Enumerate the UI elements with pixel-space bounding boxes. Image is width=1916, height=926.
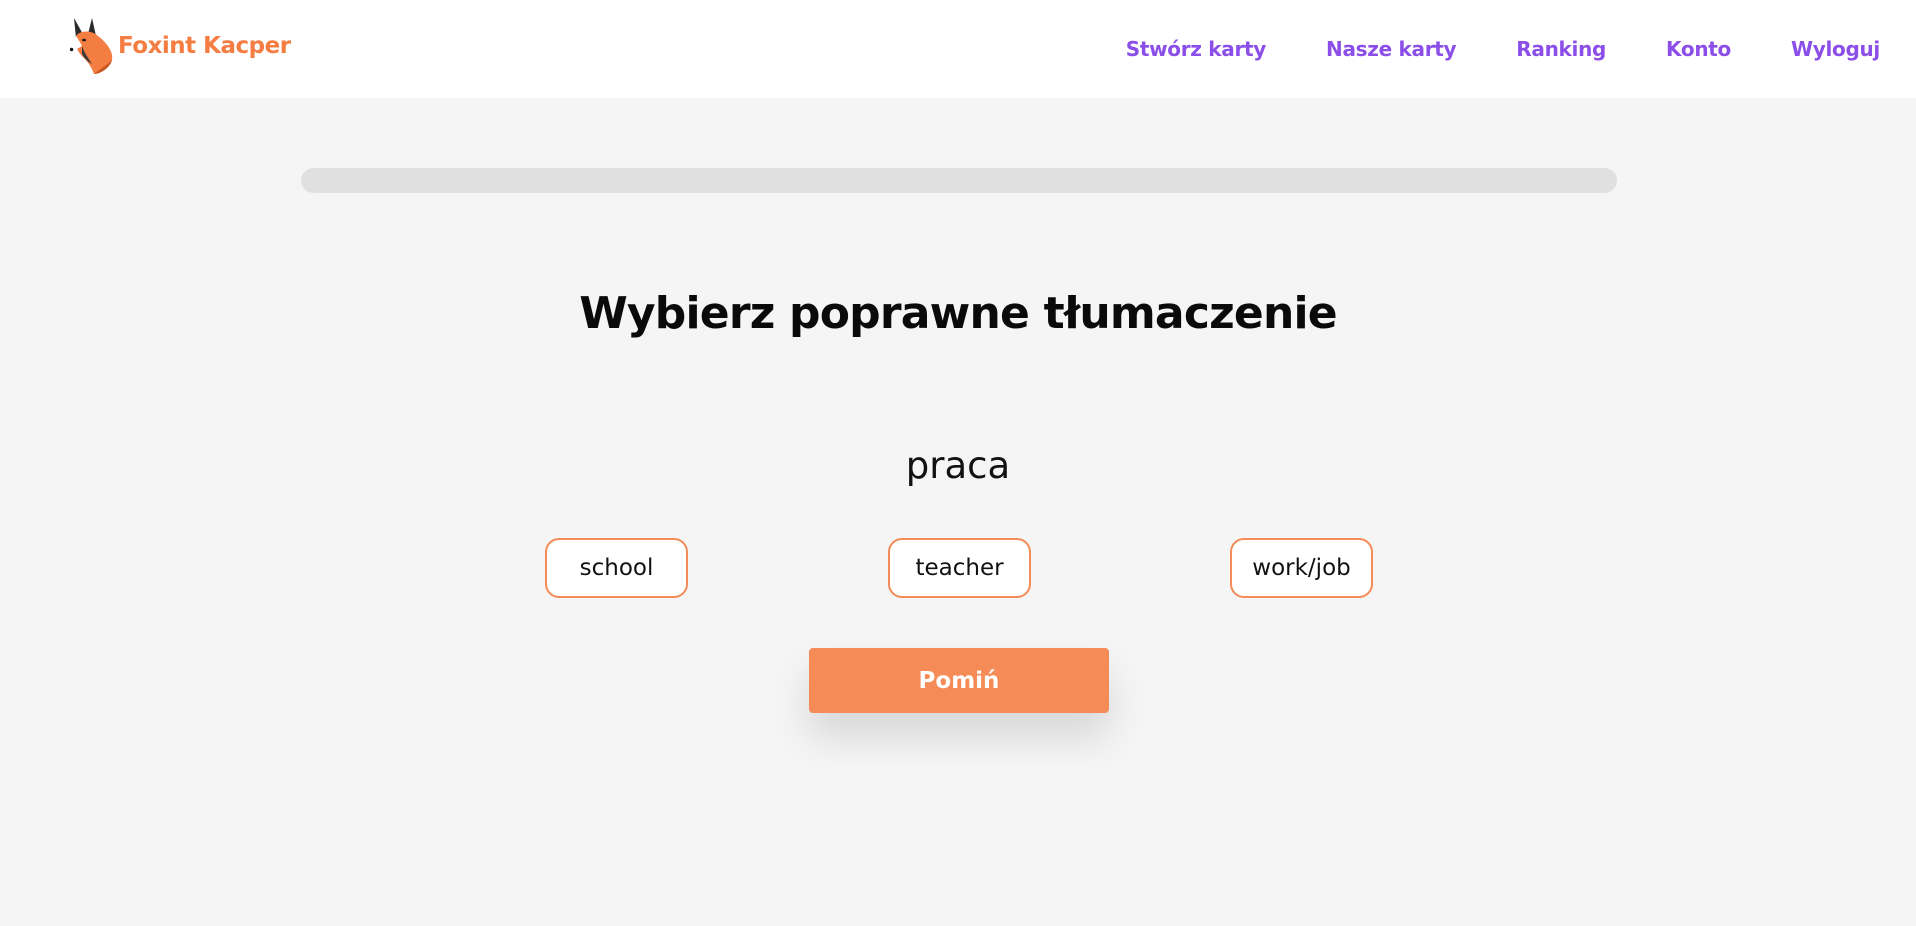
main-nav: Stwórz karty Nasze karty Ranking Konto W…: [1066, 0, 1881, 98]
fox-head-icon: [70, 18, 113, 74]
nav-account[interactable]: Konto: [1666, 37, 1731, 61]
answer-option-work-job[interactable]: work/job: [1230, 538, 1373, 598]
brand-logo[interactable]: Foxint Kacper: [70, 16, 291, 76]
nav-ranking[interactable]: Ranking: [1516, 37, 1606, 61]
nav-create-cards[interactable]: Stwórz karty: [1126, 37, 1267, 61]
nav-logout[interactable]: Wyloguj: [1791, 37, 1880, 61]
nav-our-cards[interactable]: Nasze karty: [1326, 37, 1457, 61]
quiz-word: praca: [905, 444, 1011, 487]
answer-option-teacher[interactable]: teacher: [888, 538, 1031, 598]
quiz-progress-bar: [301, 168, 1617, 193]
quiz-title: Wybierz poprawne tłumaczenie: [579, 288, 1337, 339]
skip-button[interactable]: Pomiń: [809, 648, 1109, 713]
top-navbar: Foxint Kacper Stwórz karty Nasze karty R…: [0, 0, 1916, 98]
brand-name: Foxint Kacper: [118, 33, 291, 59]
answer-option-school[interactable]: school: [545, 538, 688, 598]
